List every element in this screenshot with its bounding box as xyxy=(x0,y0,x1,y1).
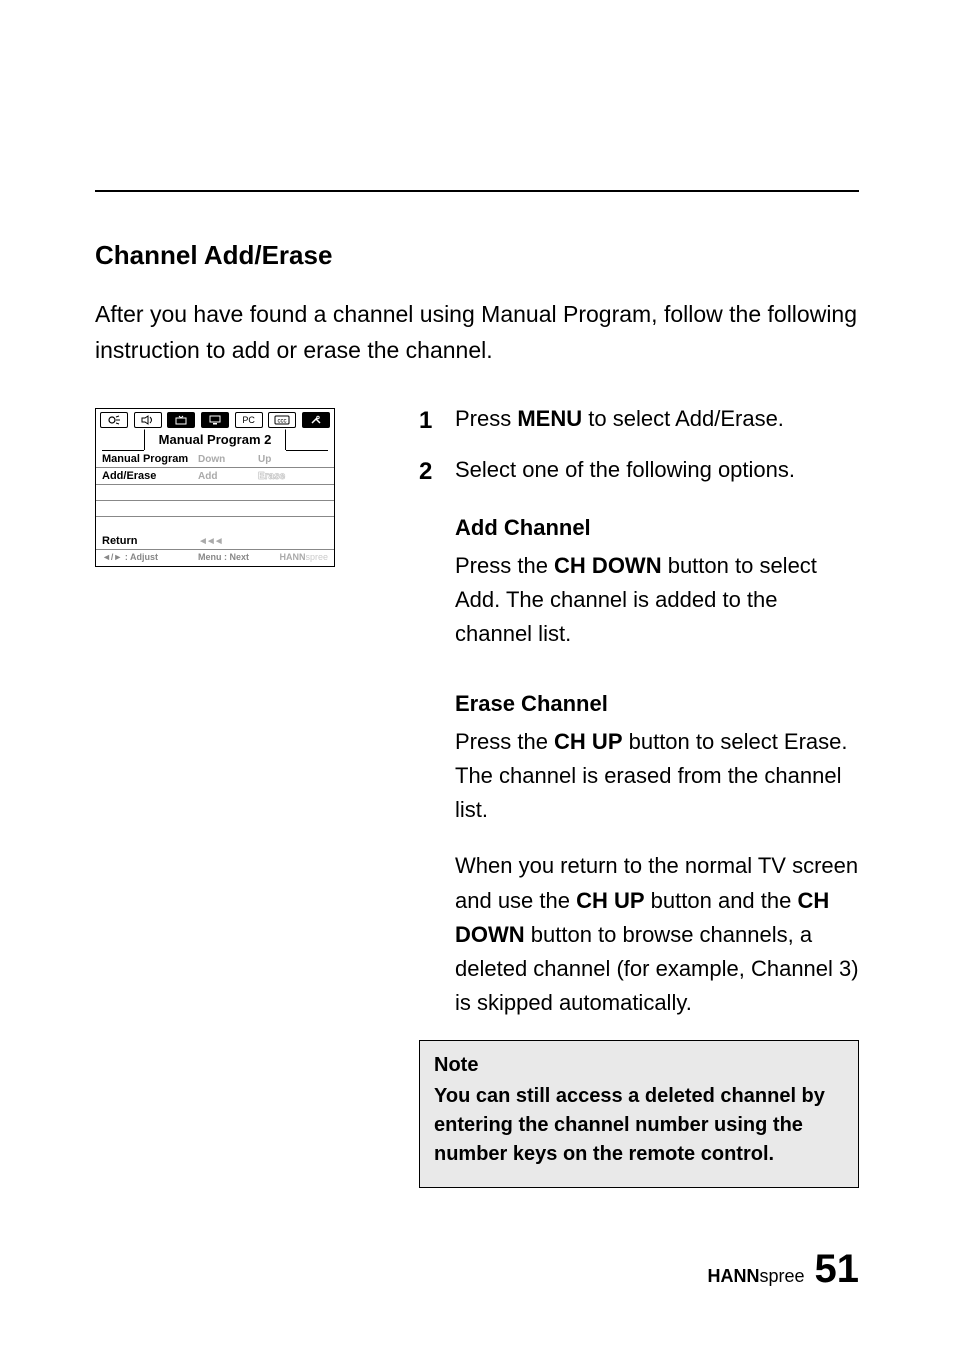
content: Channel Add/Erase After you have found a… xyxy=(95,240,859,1188)
osd-title-wrap: Manual Program 2 xyxy=(102,430,328,451)
tv-icon xyxy=(167,412,195,428)
svg-text:ccc: ccc xyxy=(278,419,287,425)
osd-row-return: Return ◄◄◄ xyxy=(96,533,334,549)
osd-row-value-erase: Erase xyxy=(258,471,318,482)
page-footer: HANNspree 51 xyxy=(707,1247,859,1292)
step-text-pre: Press xyxy=(455,406,517,431)
pc-icon: PC xyxy=(235,412,263,428)
intro-paragraph: After you have found a channel using Man… xyxy=(95,297,859,368)
osd-row-label: Manual Program xyxy=(102,453,198,465)
step-2: 2 Select one of the following options. xyxy=(419,453,859,490)
add-channel-block: Add Channel Press the CH DOWN button to … xyxy=(455,511,859,651)
text: Press the xyxy=(455,553,554,578)
step-body: Select one of the following options. xyxy=(455,453,859,490)
osd-row-blank xyxy=(96,517,334,533)
osd-return-label: Return xyxy=(102,535,198,547)
osd-row-blank xyxy=(96,485,334,501)
osd-foot-menu: Menu : Next xyxy=(198,552,278,562)
osd-row-value-add: Add xyxy=(198,471,258,482)
osd-icon-row: PC ccc xyxy=(96,409,334,430)
left-column: PC ccc Manual Program 2 xyxy=(95,402,405,567)
osd-row-value-down: Down xyxy=(198,454,258,465)
note-body: You can still access a deleted channel b… xyxy=(434,1082,844,1169)
step-1: 1 Press MENU to select Add/Erase. xyxy=(419,402,859,439)
note-box: Note You can still access a deleted chan… xyxy=(419,1040,859,1188)
text: Press the xyxy=(455,729,554,754)
osd-row-value-up: Up xyxy=(258,454,318,465)
tools-icon xyxy=(302,412,330,428)
erase-channel-paragraph-2: When you return to the normal TV screen … xyxy=(455,849,859,1019)
monitor-icon xyxy=(201,412,229,428)
osd-row-label: Add/Erase xyxy=(102,470,198,482)
erase-channel-heading: Erase Channel xyxy=(455,687,859,721)
footer-brand: HANNspree xyxy=(707,1266,804,1287)
text: button and the xyxy=(645,888,798,913)
osd-row-add-erase: Add/Erase Add Erase xyxy=(96,468,334,485)
step-text-post: Select one of the following options. xyxy=(455,457,795,482)
section-title: Channel Add/Erase xyxy=(95,240,859,271)
text-bold: CH DOWN xyxy=(554,553,662,578)
osd-brand-2: spree xyxy=(305,552,328,562)
erase-channel-paragraph-1: Press the CH UP button to select Erase. … xyxy=(455,725,859,827)
two-column: PC ccc Manual Program 2 xyxy=(95,402,859,1188)
step-body: Press MENU to select Add/Erase. xyxy=(455,402,859,439)
brightness-icon xyxy=(100,412,128,428)
divider-top xyxy=(95,190,859,192)
step-number: 2 xyxy=(419,453,455,490)
page-number: 51 xyxy=(815,1247,860,1292)
cc-icon: ccc xyxy=(268,412,296,428)
note-title: Note xyxy=(434,1051,844,1080)
osd-footer: ◄/► : Adjust Menu : Next HANNspree xyxy=(96,549,334,566)
osd-title: Manual Program 2 xyxy=(144,429,287,450)
osd-box: PC ccc Manual Program 2 xyxy=(95,408,335,567)
osd-foot-adjust: ◄/► : Adjust xyxy=(102,552,198,562)
sound-icon xyxy=(134,412,162,428)
footer-brand-1: HANN xyxy=(707,1266,759,1286)
osd-return-arrows: ◄◄◄ xyxy=(198,536,222,547)
osd-brand-1: HANN xyxy=(279,552,305,562)
page: Channel Add/Erase After you have found a… xyxy=(0,0,954,1352)
step-text-post: to select Add/Erase. xyxy=(582,406,784,431)
osd-foot-brand: HANNspree xyxy=(278,552,328,562)
add-channel-heading: Add Channel xyxy=(455,511,859,545)
step-text-bold: MENU xyxy=(517,406,582,431)
step-number: 1 xyxy=(419,402,455,439)
step-list: 1 Press MENU to select Add/Erase. 2 Sele… xyxy=(419,402,859,490)
text-bold: CH UP xyxy=(554,729,622,754)
footer-brand-2: spree xyxy=(759,1266,804,1286)
erase-channel-block: Erase Channel Press the CH UP button to … xyxy=(455,687,859,1020)
right-column: 1 Press MENU to select Add/Erase. 2 Sele… xyxy=(405,402,859,1188)
text-bold: CH UP xyxy=(576,888,644,913)
osd-row-blank xyxy=(96,501,334,517)
osd-row-manual-program: Manual Program Down Up xyxy=(96,451,334,468)
add-channel-paragraph: Press the CH DOWN button to select Add. … xyxy=(455,549,859,651)
